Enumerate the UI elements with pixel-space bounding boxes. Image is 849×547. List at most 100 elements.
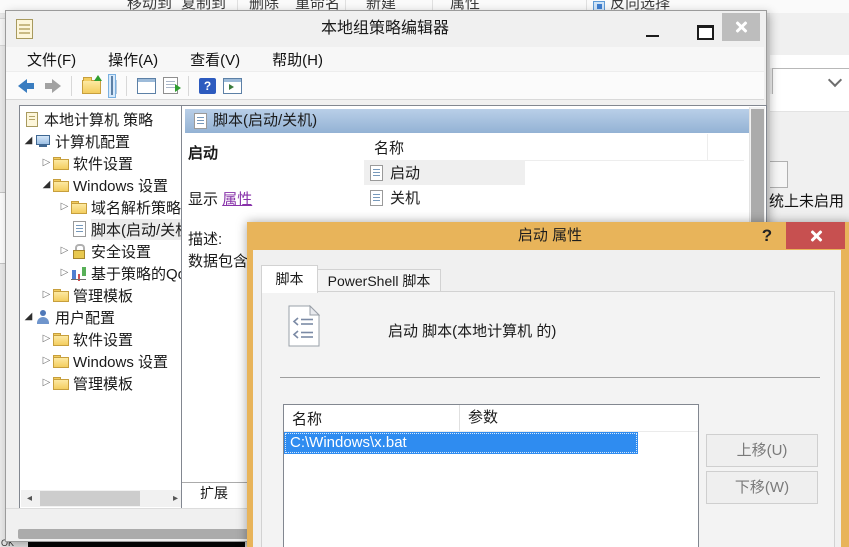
tree-item-user-configuration[interactable]: ◢ 用户配置 (20, 306, 185, 328)
minimize-button[interactable] (636, 13, 668, 43)
bar-chart-icon (71, 265, 87, 281)
minimize-icon (646, 35, 659, 37)
collapsed-arrow-icon[interactable]: ▷ (40, 350, 53, 372)
toolbar: ? (6, 71, 764, 100)
computer-icon (35, 133, 51, 149)
expanded-arrow-icon[interactable]: ◢ (22, 306, 35, 328)
tree-item-computer-configuration[interactable]: ◢ 计算机配置 (20, 130, 185, 152)
script-document-icon (288, 305, 320, 347)
folder-icon (71, 199, 87, 215)
dialog-caption: 启动 脚本(本地计算机 的) (388, 320, 556, 341)
selected-item-title: 启动 (188, 142, 218, 163)
policy-scroll-icon (24, 111, 40, 127)
close-icon (734, 20, 748, 34)
collapsed-arrow-icon[interactable]: ▷ (40, 284, 53, 306)
chevron-down-icon (828, 73, 842, 87)
scrollbar-thumb[interactable] (40, 491, 140, 506)
collapsed-arrow-icon[interactable]: ▷ (40, 328, 53, 350)
close-icon (809, 229, 823, 243)
maximize-icon (697, 25, 714, 40)
collapsed-arrow-icon[interactable]: ▷ (58, 262, 71, 284)
tab-scripts[interactable]: 脚本 (261, 265, 318, 293)
tab-powershell-scripts[interactable]: PowerShell 脚本 (317, 269, 441, 293)
properties-link[interactable]: 属性 (222, 191, 252, 208)
menu-action[interactable]: 操作(A) (99, 47, 167, 72)
collapsed-arrow-icon[interactable]: ▷ (40, 372, 53, 394)
folder-icon (53, 287, 69, 303)
screen: 移动到 复制到 删除 重命名 新建 属性 反向选择 统上未启用 OK 本地组策略… (0, 0, 849, 547)
folder-icon (53, 353, 69, 369)
show-console-tree-toggle[interactable] (108, 74, 116, 98)
listview-row-selected[interactable]: C:\Windows\x.bat (284, 432, 638, 454)
background-dropdown[interactable] (772, 68, 849, 95)
toolbar-separator (71, 76, 72, 96)
user-icon (35, 309, 51, 325)
tree-item-policy-based-qos[interactable]: ▷ 基于策略的QoS (20, 262, 185, 284)
tree-item-administrative-templates[interactable]: ▷ 管理模板 (20, 284, 185, 306)
tree-item-software-settings-user[interactable]: ▷ 软件设置 (20, 328, 185, 350)
listview-header: 名称 参数 (284, 405, 698, 432)
background-tab-fragment (770, 161, 788, 188)
dialog-client-area: 脚本 PowerShell 脚本 启动 脚本(本地计算机 的) 名称 参 (253, 250, 841, 547)
tree-item-scripts[interactable]: 脚本(启动/关机) (20, 218, 185, 240)
folder-icon (53, 375, 69, 391)
new-window-icon[interactable] (223, 78, 242, 94)
properties-window-icon[interactable] (137, 78, 156, 94)
tree-item-administrative-templates-user[interactable]: ▷ 管理模板 (20, 372, 185, 394)
scripts-tab-page: 启动 脚本(本地计算机 的) 名称 参数 C:\Windows\x.bat 上移… (261, 291, 835, 547)
folder-icon (53, 155, 69, 171)
tree-item-windows-settings-user[interactable]: ▷ Windows 设置 (20, 350, 185, 372)
close-button[interactable] (722, 13, 760, 41)
separator-line (280, 377, 820, 378)
toolbar-separator (188, 76, 189, 96)
up-one-level-icon[interactable] (82, 80, 101, 94)
help-icon[interactable]: ? (199, 78, 216, 94)
move-down-button[interactable]: 下移(W) (706, 471, 818, 504)
menu-file[interactable]: 文件(F) (18, 47, 85, 72)
column-divider[interactable] (707, 134, 708, 160)
list-header: 名称 (364, 134, 744, 161)
script-icon (368, 165, 384, 181)
dialog-close-button[interactable] (786, 222, 845, 249)
menu-help[interactable]: 帮助(H) (263, 47, 332, 72)
dialog-help-button[interactable]: ? (756, 224, 778, 248)
toolbar-separator (126, 76, 127, 96)
script-icon (71, 221, 87, 237)
params-column-header[interactable]: 参数 (459, 405, 698, 431)
tree-item-security-settings[interactable]: ▷ 安全设置 (20, 240, 185, 262)
tree-item-software-settings[interactable]: ▷ 软件设置 (20, 152, 185, 174)
name-column-header[interactable]: 名称 (284, 408, 459, 429)
menu-view[interactable]: 查看(V) (181, 47, 249, 72)
export-list-icon[interactable] (163, 77, 178, 94)
background-row (770, 55, 849, 68)
console-tree: 本地计算机 策略 ◢ 计算机配置 ▷ 软件设置 ◢ Windows 设置 ▷ 域… (19, 105, 186, 509)
list-item-startup[interactable]: 启动 (364, 160, 525, 185)
title-bar[interactable]: 本地组策略编辑器 (6, 11, 764, 46)
name-column-header[interactable]: 名称 (374, 137, 404, 158)
back-icon[interactable] (18, 79, 36, 93)
expanded-arrow-icon[interactable]: ◢ (40, 174, 53, 196)
list-item-shutdown[interactable]: 关机 (364, 185, 525, 210)
move-up-button[interactable]: 上移(U) (706, 434, 818, 467)
tab-extended[interactable]: 扩展 (186, 483, 242, 506)
lock-icon (71, 243, 87, 259)
tree-item-name-resolution-policy[interactable]: ▷ 域名解析策略 (20, 196, 185, 218)
description-text: 数据包含 (188, 250, 248, 271)
show-line: 显示 属性 (188, 188, 252, 209)
collapsed-arrow-icon[interactable]: ▷ (58, 240, 71, 262)
console-tree-icon (111, 76, 113, 95)
script-icon (192, 113, 208, 129)
forward-icon[interactable] (43, 79, 61, 93)
expanded-arrow-icon[interactable]: ◢ (22, 130, 35, 152)
scripts-listview[interactable]: 名称 参数 C:\Windows\x.bat (283, 404, 699, 547)
scroll-left-icon[interactable]: ◂ (21, 490, 38, 507)
description-label: 描述: (188, 228, 222, 249)
tree-horizontal-scrollbar[interactable]: ◂ ▸ (21, 490, 184, 507)
maximize-button[interactable] (688, 13, 720, 43)
folder-icon (53, 177, 69, 193)
collapsed-arrow-icon[interactable]: ▷ (58, 196, 71, 218)
background-row (770, 94, 849, 112)
collapsed-arrow-icon[interactable]: ▷ (40, 152, 53, 174)
tree-item-windows-settings[interactable]: ◢ Windows 设置 (20, 174, 185, 196)
tree-item-local-computer-policy[interactable]: 本地计算机 策略 (20, 108, 185, 130)
